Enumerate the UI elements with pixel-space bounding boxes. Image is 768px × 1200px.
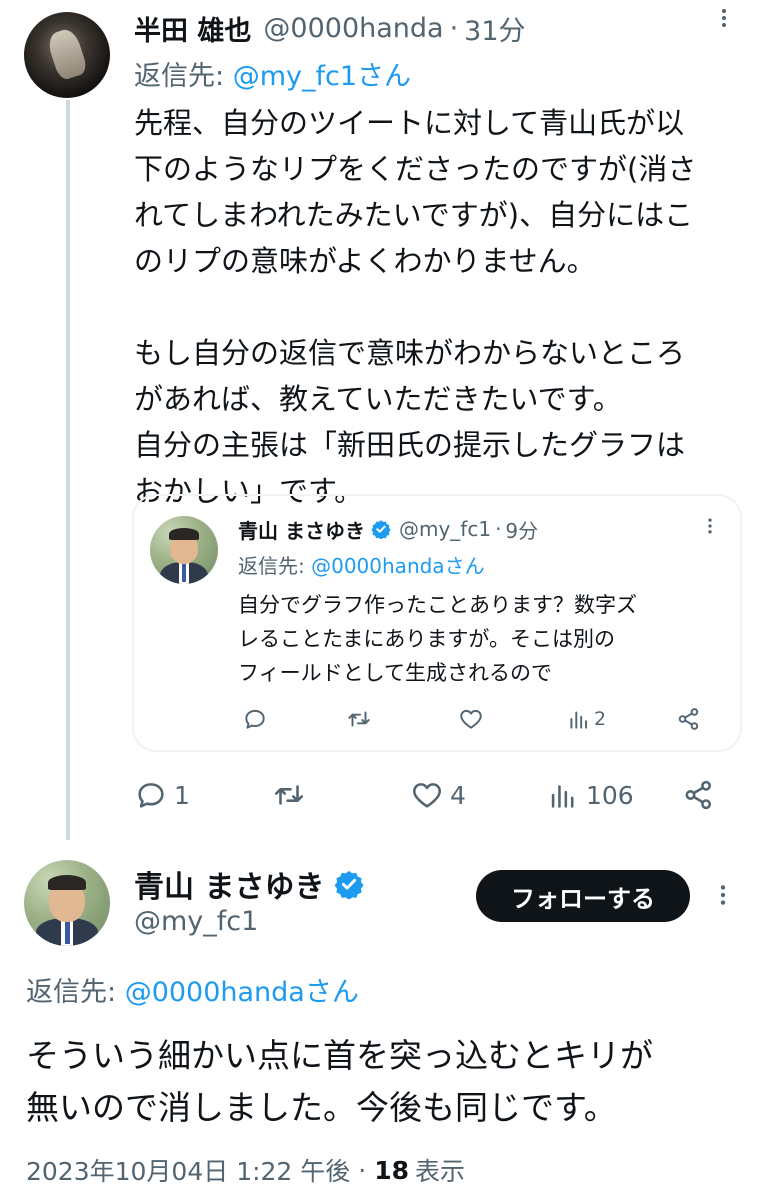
- separator-dot: ·: [495, 517, 502, 541]
- like-icon: [460, 709, 482, 729]
- focused-tweet-text: そういう細かい点に首を突っ込むとキリが 無いので消しました。今後も同じです。: [26, 1036, 653, 1127]
- follow-button[interactable]: フォローする: [476, 870, 690, 922]
- retweet-icon: [274, 785, 304, 805]
- quoted-replying-to: 返信先: @0000handaさん: [238, 550, 485, 579]
- display-name[interactable]: 半田 雄也: [134, 9, 251, 48]
- timestamp[interactable]: 31分: [464, 9, 525, 48]
- quoted-like-button[interactable]: [458, 706, 484, 732]
- replying-to-link[interactable]: @0000handaさん: [311, 554, 484, 578]
- quoted-timestamp[interactable]: 9分: [505, 515, 538, 544]
- quoted-reply-button[interactable]: [242, 706, 268, 732]
- replying-to: 返信先: @my_fc1さん: [134, 54, 411, 93]
- focused-display-name[interactable]: 青山 まさゆき: [134, 862, 324, 906]
- tweet-timestamp[interactable]: 2023年10月04日 1:22 午後: [26, 1152, 350, 1188]
- quoted-share-button[interactable]: [676, 706, 702, 732]
- replying-to-prefix: 返信先:: [26, 977, 125, 1008]
- quoted-views-count: 2: [594, 708, 607, 730]
- more-icon[interactable]: [710, 882, 736, 908]
- share-button[interactable]: [682, 778, 716, 812]
- more-icon[interactable]: [700, 516, 720, 536]
- share-icon: [685, 780, 712, 810]
- reply-icon: [138, 783, 164, 808]
- focused-handle[interactable]: @my_fc1: [134, 906, 258, 937]
- more-icon[interactable]: [712, 6, 736, 30]
- focused-replying-to: 返信先: @0000handaさん: [26, 970, 359, 1009]
- like-button[interactable]: 4: [410, 778, 466, 812]
- reply-button[interactable]: 1: [134, 778, 190, 812]
- thread-connector-line: [66, 100, 70, 840]
- handle[interactable]: @0000handa: [263, 13, 443, 44]
- avatar-handa[interactable]: [24, 12, 110, 98]
- replying-to-link[interactable]: @0000handaさん: [125, 977, 359, 1008]
- views-count: 106: [586, 780, 634, 810]
- reply-icon: [245, 709, 265, 729]
- separator-dot: ·: [358, 1155, 367, 1185]
- avatar-aoyama[interactable]: [24, 860, 110, 946]
- focused-display-name-row: 青山 まさゆき: [134, 862, 364, 906]
- share-icon: [678, 708, 699, 730]
- quoted-views-button[interactable]: 2: [566, 706, 606, 732]
- replying-to-link[interactable]: @my_fc1さん: [233, 61, 411, 92]
- views-button[interactable]: 106: [546, 778, 634, 812]
- views-label: 表示: [415, 1157, 466, 1186]
- quoted-handle[interactable]: @my_fc1: [399, 517, 491, 541]
- quoted-display-name[interactable]: 青山 まさゆき: [238, 515, 365, 544]
- tweet-header: 半田 雄也 @0000handa · 31分: [134, 8, 526, 48]
- like-icon: [413, 783, 441, 808]
- replying-to-prefix: 返信先:: [238, 554, 312, 578]
- retweet-icon: [348, 711, 370, 727]
- like-count: 4: [450, 780, 466, 810]
- replying-to-prefix: 返信先:: [134, 61, 233, 92]
- quoted-tweet-header: 青山 まさゆき @my_fc1 · 9分: [238, 512, 538, 546]
- avatar-aoyama-small[interactable]: [150, 516, 218, 584]
- verified-badge-icon: [371, 520, 391, 539]
- reply-count: 1: [174, 780, 190, 810]
- views-icon: [570, 711, 588, 729]
- verified-badge-icon: [334, 870, 364, 899]
- tweet-text: 先程、自分のツイートに対して青山氏が以 下のようなリプをくださったのですが(消さ…: [134, 106, 697, 508]
- retweet-button[interactable]: [272, 778, 312, 812]
- separator-dot: ·: [449, 12, 459, 44]
- views-icon: [551, 785, 574, 808]
- views-count: 18: [374, 1155, 410, 1185]
- quoted-retweet-button[interactable]: [346, 706, 372, 732]
- quoted-tweet-text: 自分でグラフ作ったことあります？数字ズ レることたまにありますが。そこは別の フ…: [238, 593, 637, 685]
- tweet-meta: 2023年10月04日 1:22 午後 · 18 表示: [26, 1152, 465, 1188]
